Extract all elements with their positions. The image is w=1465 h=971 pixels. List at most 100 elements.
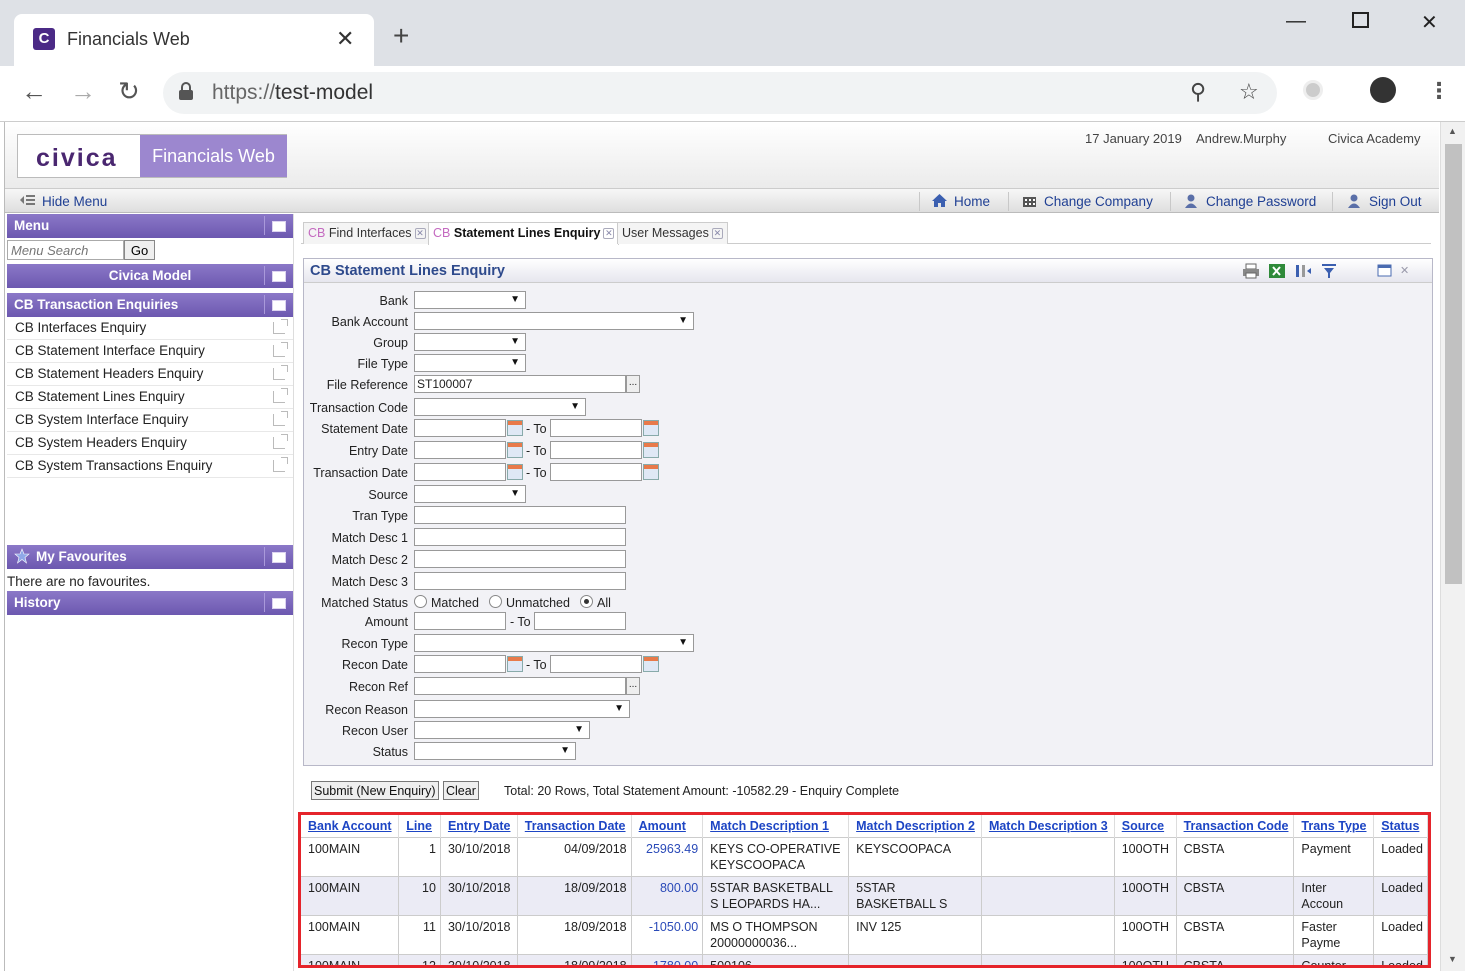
recon-date-from-input[interactable] bbox=[414, 655, 506, 673]
panel-toggle-icon[interactable] bbox=[264, 266, 290, 285]
open-new-window-icon[interactable] bbox=[273, 411, 288, 426]
favourites-panel-header[interactable]: My Favourites bbox=[7, 545, 293, 569]
sidebar-item-cb-statement-lines-enquiry[interactable]: CB Statement Lines Enquiry bbox=[7, 386, 293, 409]
amount-to-input[interactable] bbox=[534, 612, 626, 630]
transaction-date-to-input[interactable] bbox=[550, 463, 642, 481]
close-tab-icon[interactable]: ✕ bbox=[336, 26, 354, 52]
table-row[interactable]: 100MAIN 11 30/10/2018 18/09/2018 -1050.0… bbox=[301, 914, 1428, 954]
sidebar-item-cb-statement-interface-enquiry[interactable]: CB Statement Interface Enquiry bbox=[7, 340, 293, 363]
table-row[interactable]: 100MAIN 10 30/10/2018 18/09/2018 800.00 … bbox=[301, 875, 1428, 915]
minimize-icon[interactable]: — bbox=[1286, 10, 1306, 33]
submit-new-enquiry-button[interactable]: Submit (New Enquiry) bbox=[311, 781, 439, 800]
cell-amount[interactable]: 25963.49 bbox=[631, 836, 704, 876]
home-link[interactable]: Home bbox=[931, 193, 990, 209]
panel-toggle-icon[interactable] bbox=[264, 593, 290, 612]
column-header-transaction-date[interactable]: Transaction Date bbox=[517, 815, 632, 837]
panel-toggle-icon[interactable] bbox=[264, 216, 290, 235]
close-panel-icon[interactable]: ✕ bbox=[1400, 264, 1409, 277]
column-header-entry-date[interactable]: Entry Date bbox=[440, 815, 518, 837]
matched-radio[interactable] bbox=[414, 595, 427, 608]
cell-amount[interactable]: -1050.00 bbox=[631, 914, 704, 954]
open-new-window-icon[interactable] bbox=[273, 342, 288, 357]
cell-amount[interactable]: 1780.00 bbox=[631, 953, 704, 965]
model-panel-header[interactable]: Civica Model bbox=[7, 264, 293, 288]
excel-export-icon[interactable] bbox=[1268, 263, 1286, 279]
unmatched-radio[interactable] bbox=[489, 595, 502, 608]
profile-avatar-icon[interactable] bbox=[1370, 77, 1396, 103]
change-company-link[interactable]: Change Company bbox=[1021, 193, 1153, 209]
change-password-link[interactable]: Change Password bbox=[1183, 193, 1316, 209]
entry-date-from-input[interactable] bbox=[414, 441, 506, 459]
tab-user-messages[interactable]: User Messages ✕ bbox=[617, 222, 728, 244]
maximize-icon[interactable] bbox=[1352, 12, 1369, 28]
amount-from-input[interactable] bbox=[414, 612, 506, 630]
open-new-window-icon[interactable] bbox=[273, 457, 288, 472]
tran-type-input[interactable] bbox=[414, 506, 626, 524]
forward-icon[interactable]: → bbox=[70, 76, 96, 107]
calendar-icon[interactable] bbox=[643, 442, 659, 458]
transaction-date-from-input[interactable] bbox=[414, 463, 506, 481]
bank-select[interactable] bbox=[414, 291, 526, 309]
column-header-match-description-1[interactable]: Match Description 1 bbox=[702, 815, 850, 837]
calendar-icon[interactable] bbox=[643, 420, 659, 436]
browser-menu-icon[interactable]: ⋮ bbox=[1428, 78, 1450, 104]
statement-date-from-input[interactable] bbox=[414, 419, 506, 437]
match-desc-3-input[interactable] bbox=[414, 572, 626, 590]
browser-tab[interactable]: C Financials Web ✕ bbox=[14, 14, 374, 66]
extension-icon[interactable] bbox=[1303, 80, 1323, 100]
sidebar-item-cb-system-headers-enquiry[interactable]: CB System Headers Enquiry bbox=[7, 432, 293, 455]
source-select[interactable] bbox=[414, 485, 526, 503]
sidebar-item-cb-system-interface-enquiry[interactable]: CB System Interface Enquiry bbox=[7, 409, 293, 432]
file-reference-input[interactable]: ST100007 bbox=[414, 375, 626, 393]
recon-date-to-input[interactable] bbox=[550, 655, 642, 673]
entry-date-to-input[interactable] bbox=[550, 441, 642, 459]
column-header-bank-account[interactable]: Bank Account bbox=[301, 815, 400, 837]
back-icon[interactable]: ← bbox=[21, 76, 47, 107]
sign-out-link[interactable]: Sign Out bbox=[1346, 193, 1422, 209]
column-header-match-description-3[interactable]: Match Description 3 bbox=[981, 815, 1115, 837]
menu-search-go-button[interactable]: Go bbox=[124, 240, 155, 260]
sidebar-item-cb-statement-headers-enquiry[interactable]: CB Statement Headers Enquiry bbox=[7, 363, 293, 386]
hide-menu-button[interactable]: Hide Menu bbox=[19, 193, 107, 209]
scroll-up-icon[interactable]: ▲ bbox=[1448, 126, 1457, 136]
recon-ref-lookup-button[interactable]: ... bbox=[626, 677, 640, 695]
calendar-icon[interactable] bbox=[507, 420, 523, 436]
tab-statement-lines-enquiry[interactable]: CB Statement Lines Enquiry ✕ bbox=[428, 222, 620, 245]
calendar-icon[interactable] bbox=[507, 464, 523, 480]
recon-ref-input[interactable] bbox=[414, 677, 626, 695]
bookmark-star-icon[interactable]: ☆ bbox=[1239, 79, 1259, 105]
recon-reason-select[interactable] bbox=[414, 700, 630, 718]
scrollbar-thumb[interactable] bbox=[1445, 144, 1462, 584]
columns-icon[interactable] bbox=[1294, 263, 1312, 279]
table-row[interactable]: 100MAIN 1 30/10/2018 04/09/2018 25963.49… bbox=[301, 836, 1428, 876]
open-new-window-icon[interactable] bbox=[273, 434, 288, 449]
column-header-line[interactable]: Line bbox=[398, 815, 441, 837]
close-tab-icon[interactable]: ✕ bbox=[711, 228, 723, 239]
open-new-window-icon[interactable] bbox=[273, 319, 288, 334]
panel-toggle-icon[interactable] bbox=[264, 295, 290, 314]
clear-button[interactable]: Clear bbox=[443, 781, 479, 800]
transaction-code-select[interactable] bbox=[414, 398, 586, 416]
bank-account-select[interactable] bbox=[414, 312, 694, 330]
calendar-icon[interactable] bbox=[507, 442, 523, 458]
print-icon[interactable] bbox=[1242, 263, 1260, 279]
statement-date-to-input[interactable] bbox=[550, 419, 642, 437]
column-header-amount[interactable]: Amount bbox=[631, 815, 704, 837]
column-header-status[interactable]: Status bbox=[1373, 815, 1428, 837]
new-tab-button[interactable]: + bbox=[393, 22, 409, 50]
column-header-match-description-2[interactable]: Match Description 2 bbox=[848, 815, 982, 837]
window-close-icon[interactable]: ✕ bbox=[1421, 10, 1438, 35]
zoom-icon[interactable]: ⚲ bbox=[1190, 79, 1206, 105]
address-bar[interactable]: https://test-model ⚲ ☆ bbox=[163, 72, 1277, 114]
calendar-icon[interactable] bbox=[643, 464, 659, 480]
recon-type-select[interactable] bbox=[414, 634, 694, 652]
calendar-icon[interactable] bbox=[643, 656, 659, 672]
column-header-trans-type[interactable]: Trans Type bbox=[1293, 815, 1375, 837]
group-select[interactable] bbox=[414, 333, 526, 351]
match-desc-1-input[interactable] bbox=[414, 528, 626, 546]
tab-find-interfaces[interactable]: CB Find Interfaces ✕ bbox=[303, 222, 431, 244]
close-tab-icon[interactable]: ✕ bbox=[603, 228, 615, 239]
section-panel-header[interactable]: CB Transaction Enquiries bbox=[7, 293, 293, 317]
sidebar-item-cb-system-transactions-enquiry[interactable]: CB System Transactions Enquiry bbox=[7, 455, 293, 478]
open-new-window-icon[interactable] bbox=[273, 388, 288, 403]
